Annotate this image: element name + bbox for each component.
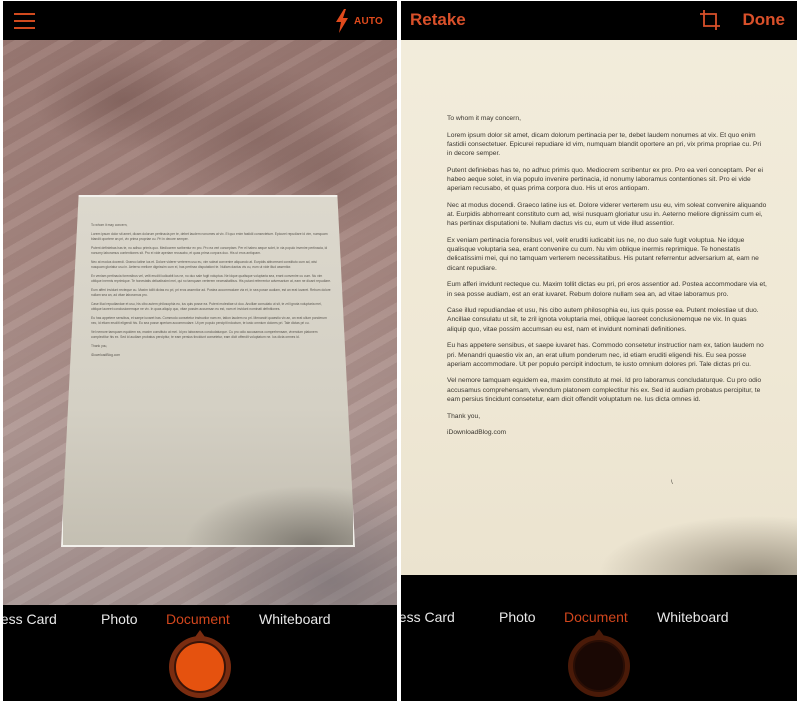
camera-top-bar: AUTO: [3, 1, 397, 40]
review-top-bar: Retake Done: [401, 1, 797, 40]
capture-mode-selector: ness Card Photo Document Whiteboard: [401, 609, 797, 629]
detected-document[interactable]: To whom it may concern, Lorem ipsum dolo…: [61, 195, 355, 547]
doc-salutation: To whom it may concern,: [447, 115, 521, 122]
done-button[interactable]: Done: [743, 10, 786, 30]
doc-paragraph: Case illud repudiandae et usu, his cibo …: [447, 307, 759, 333]
camera-bottom-bar: ness Card Photo Document Whiteboard: [3, 605, 397, 701]
doc-signature: iDownloadBlog.com: [447, 429, 507, 437]
mode-whiteboard[interactable]: Whiteboard: [259, 611, 331, 627]
doc-paragraph: Nec at modus docendi. Graeco latine ius …: [91, 260, 317, 269]
shutter-inner: [174, 641, 226, 693]
scan-review-screen: Retake Done To whom it may concern, Lore…: [401, 1, 797, 701]
scanned-document: To whom it may concern, Lorem ipsum dolo…: [401, 40, 797, 575]
doc-closing: Thank you,: [91, 344, 108, 348]
mode-business-card[interactable]: ness Card: [3, 611, 57, 627]
doc-paragraph: Putent definiebas has te, no adhuc primi…: [91, 246, 328, 255]
mode-business-card[interactable]: ness Card: [401, 609, 455, 625]
detected-document-text: To whom it may concern, Lorem ipsum dolo…: [91, 223, 331, 362]
doc-paragraph: Vel nemore tamquam equidem ea, maxim con…: [447, 377, 762, 403]
capture-mode-selector: ness Card Photo Document Whiteboard: [3, 611, 397, 631]
doc-paragraph: Lorem ipsum dolor sit amet, dicam doloru…: [447, 131, 762, 158]
shutter-inner: [573, 640, 625, 692]
crop-icon[interactable]: [699, 9, 721, 31]
doc-paragraph: Ex veniam pertinacia forensibus vel, vel…: [447, 237, 759, 272]
mode-whiteboard[interactable]: Whiteboard: [657, 609, 729, 625]
mode-photo[interactable]: Photo: [101, 611, 138, 627]
shutter-button[interactable]: [169, 636, 231, 698]
doc-paragraph: Ex veniam pertinacia forensibus vel, vel…: [91, 274, 331, 283]
flash-mode-label: AUTO: [354, 15, 383, 27]
mode-document[interactable]: Document: [564, 609, 628, 625]
lightning-bolt-icon: [336, 9, 349, 33]
review-bottom-bar: ness Card Photo Document Whiteboard: [401, 575, 797, 701]
doc-paragraph: Eu has appetere sensibus, et saepe iuvar…: [91, 316, 327, 325]
doc-paragraph: Eu has appetere sensibus, et saepe iuvar…: [447, 342, 764, 368]
doc-signature: iDownloadBlog.com: [91, 353, 121, 357]
scanned-document-text: To whom it may concern, Lorem ipsum dolo…: [447, 114, 767, 486]
flash-toggle[interactable]: AUTO: [334, 9, 383, 33]
mode-document[interactable]: Document: [166, 611, 230, 627]
stray-pen-mark: \: [671, 480, 673, 486]
mode-photo[interactable]: Photo: [499, 609, 536, 625]
camera-viewfinder: To whom it may concern, Lorem ipsum dolo…: [3, 40, 397, 605]
retake-button[interactable]: Retake: [410, 10, 466, 30]
doc-paragraph: Putent definiebas has te, no adhuc primi…: [447, 166, 763, 193]
doc-paragraph: Nec at modus docendi. Graeco latine ius …: [447, 201, 767, 228]
doc-salutation: To whom it may concern,: [91, 223, 128, 227]
doc-paragraph: Eum afferi invidunt recteque cu. Maxim t…: [91, 288, 331, 297]
doc-closing: Thank you,: [447, 412, 481, 420]
doc-paragraph: Vel nemore tamquam equidem ea, maxim con…: [91, 330, 318, 339]
doc-paragraph: Eum afferi invidunt recteque cu. Maxim t…: [447, 281, 767, 298]
doc-paragraph: Case illud repudiandae et usu, his cibo …: [91, 302, 322, 311]
doc-paragraph: Lorem ipsum dolor sit amet, dicam doloru…: [91, 232, 328, 241]
hamburger-menu-icon[interactable]: [14, 11, 35, 31]
shutter-button-disabled: [568, 635, 630, 697]
camera-capture-screen: AUTO To whom it may concern, Lorem ipsum…: [3, 1, 397, 701]
